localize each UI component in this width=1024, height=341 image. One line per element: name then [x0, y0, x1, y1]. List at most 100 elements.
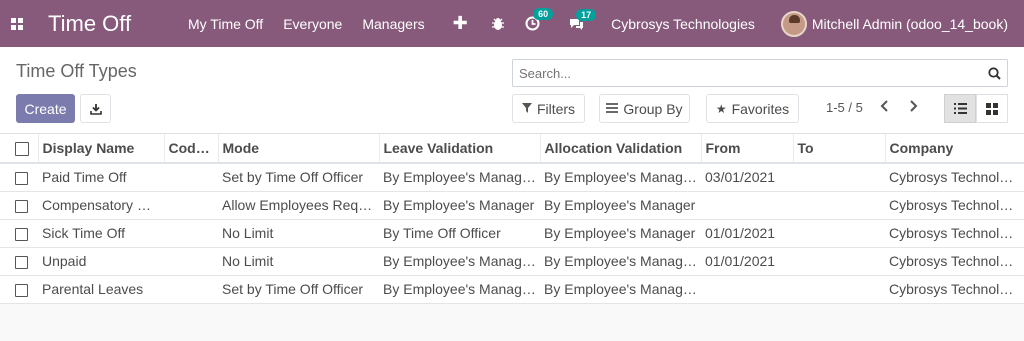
cell-mode: Set by Time Off Officer: [218, 163, 379, 192]
cell-allocation-validation: By Employee's Manager and Time Off Offic…: [540, 275, 701, 304]
cell-code: [164, 219, 218, 248]
control-panel: Time Off Types Create Filters Group By ★…: [0, 47, 1024, 134]
activity-clock-icon[interactable]: 60: [525, 8, 554, 31]
cell-from: 03/01/2021: [701, 163, 793, 192]
cell-from: [701, 275, 793, 304]
column-header-code[interactable]: Code…: [164, 134, 219, 164]
search-box: [512, 59, 1008, 87]
apps-menu-icon[interactable]: [0, 0, 34, 47]
cell-from: 01/01/2021: [701, 247, 793, 276]
cell-mode: Set by Time Off Officer: [218, 275, 379, 304]
star-icon: ★: [715, 101, 727, 116]
cell-display-name: Paid Time Off: [38, 163, 164, 192]
table-row[interactable]: Unpaid No Limit By Employee's Manager an…: [0, 247, 1024, 276]
cell-company: Cybrosys Technologies: [885, 247, 1024, 276]
top-navbar: Time Off My Time Off Everyone Managers ✚…: [0, 0, 1024, 47]
cell-company: Cybrosys Technologies: [885, 219, 1024, 248]
row-checkbox[interactable]: [0, 219, 38, 248]
systray: 60 17 Cybrosys Technologies Mitchell Adm…: [491, 0, 1024, 47]
time-off-types-table: Display Name Code… Mode Leave Validation…: [0, 134, 1024, 304]
user-menu[interactable]: Mitchell Admin (odoo_14_book): [780, 10, 1008, 37]
pager-next-icon[interactable]: [908, 99, 918, 116]
column-header-mode[interactable]: Mode: [218, 134, 380, 164]
list-view: Display Name Code… Mode Leave Validation…: [0, 134, 1024, 341]
user-name: Mitchell Admin (odoo_14_book): [811, 15, 1008, 32]
row-checkbox[interactable]: [0, 275, 38, 304]
messages-badge: 17: [576, 8, 597, 21]
cell-allocation-validation: By Employee's Manager and Time Off Offic…: [540, 163, 701, 192]
menu-managers[interactable]: Managers: [362, 16, 424, 32]
cell-code: [164, 163, 218, 192]
cell-company: Cybrosys Technologies: [885, 163, 1024, 192]
column-header-leave-validation[interactable]: Leave Validation: [379, 134, 541, 164]
activity-badge: 60: [533, 8, 554, 20]
list-view-icon[interactable]: [944, 94, 976, 123]
cell-from: [701, 191, 793, 220]
cell-display-name: Parental Leaves: [38, 275, 164, 304]
cell-leave-validation: By Time Off Officer: [379, 219, 540, 248]
cell-company: Cybrosys Technologies: [885, 191, 1024, 220]
create-button[interactable]: Create: [16, 94, 75, 123]
favorites-button[interactable]: ★ Favorites: [706, 94, 799, 123]
menu-everyone[interactable]: Everyone: [283, 16, 342, 32]
company-switcher[interactable]: Cybrosys Technologies: [611, 16, 755, 32]
cell-code: [164, 191, 218, 220]
app-title[interactable]: Time Off: [48, 11, 168, 37]
filter-funnel-icon: [521, 102, 532, 116]
cell-allocation-validation: By Employee's Manager: [540, 191, 701, 220]
messages-chat-icon[interactable]: 17: [568, 8, 597, 31]
favorites-label: Favorites: [731, 100, 790, 117]
cell-mode: No Limit: [218, 219, 379, 248]
cell-display-name: Compensatory Days: [38, 191, 164, 220]
cell-company: Cybrosys Technologies: [885, 275, 1024, 304]
column-header-display-name[interactable]: Display Name: [38, 134, 165, 164]
search-icon[interactable]: [981, 66, 1007, 80]
table-row[interactable]: Paid Time Off Set by Time Off Officer By…: [0, 163, 1024, 192]
filters-button[interactable]: Filters: [512, 94, 585, 123]
debug-bug-icon[interactable]: [491, 17, 505, 31]
view-switcher: [944, 94, 1008, 123]
column-header-from[interactable]: From: [701, 134, 794, 164]
group-by-icon: [606, 102, 619, 116]
cell-allocation-validation: By Employee's Manager: [540, 219, 701, 248]
cell-to: [793, 275, 885, 304]
download-button[interactable]: [80, 94, 111, 123]
download-icon: [89, 103, 102, 115]
row-checkbox[interactable]: [0, 191, 38, 220]
cell-code: [164, 247, 218, 276]
cell-to: [793, 163, 885, 192]
table-row[interactable]: Sick Time Off No Limit By Time Off Offic…: [0, 219, 1024, 248]
cell-to: [793, 219, 885, 248]
row-checkbox[interactable]: [0, 247, 38, 276]
cell-leave-validation: By Employee's Manager: [379, 191, 540, 220]
cell-mode: Allow Employees Requests: [218, 191, 379, 220]
cell-from: 01/01/2021: [701, 219, 793, 248]
filters-label: Filters: [536, 100, 576, 117]
column-header-company[interactable]: Company: [885, 134, 1024, 164]
plus-icon[interactable]: ✚: [453, 13, 468, 34]
cell-allocation-validation: By Employee's Manager and Time Off Offic…: [540, 247, 701, 276]
group-by-label: Group By: [623, 100, 683, 117]
pager-previous-icon[interactable]: [880, 99, 890, 116]
avatar: [780, 10, 807, 37]
cell-leave-validation: By Employee's Manager and Time Off Offic…: [379, 163, 540, 192]
cell-mode: No Limit: [218, 247, 379, 276]
column-header-to[interactable]: To: [793, 134, 886, 164]
table-row[interactable]: Compensatory Days Allow Employees Reques…: [0, 191, 1024, 220]
menu-my-time-off[interactable]: My Time Off: [188, 16, 263, 32]
column-header-allocation-validation[interactable]: Allocation Validation: [540, 134, 702, 164]
table-row[interactable]: Parental Leaves Set by Time Off Officer …: [0, 275, 1024, 304]
cell-to: [793, 191, 885, 220]
pager-value[interactable]: 1-5 / 5: [826, 100, 863, 115]
cell-display-name: Unpaid: [38, 247, 164, 276]
page-title: Time Off Types: [16, 61, 137, 81]
cell-leave-validation: By Employee's Manager and Time Off Offic…: [379, 247, 540, 276]
select-all-checkbox[interactable]: [0, 134, 39, 164]
kanban-view-icon[interactable]: [976, 94, 1008, 123]
cell-code: [164, 275, 218, 304]
row-checkbox[interactable]: [0, 163, 38, 192]
main-menu: My Time Off Everyone Managers ✚: [188, 13, 468, 34]
group-by-button[interactable]: Group By: [599, 94, 690, 123]
table-header-row: Display Name Code… Mode Leave Validation…: [0, 134, 1024, 164]
search-input[interactable]: [513, 65, 981, 81]
